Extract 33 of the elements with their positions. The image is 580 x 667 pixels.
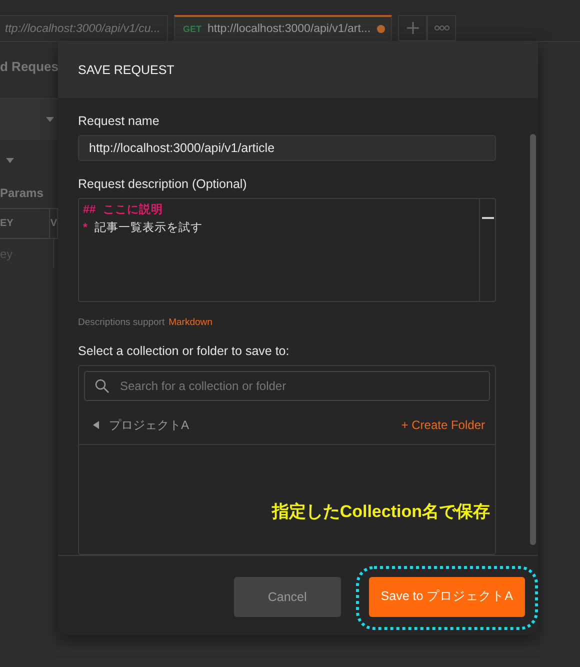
collection-name: プロジェクトA	[109, 416, 190, 434]
request-tab[interactable]: ttp://localhost:3000/api/v1/cu...	[0, 15, 168, 41]
more-button[interactable]	[427, 15, 456, 41]
annotation-text: 指定したCollection名で保存	[272, 501, 490, 523]
search-field[interactable]: Search for a collection or folder	[84, 371, 490, 401]
params-tab[interactable]: Params	[0, 180, 58, 208]
description-line: 記事一覧表示を試す	[94, 220, 202, 236]
column-header: EY	[0, 209, 50, 238]
plus-icon	[406, 21, 420, 35]
description-field[interactable]: ## ここに説明 * 記事一覧表示を試す	[78, 198, 496, 302]
field-label: Request description (Optional)	[78, 176, 248, 191]
collection-row[interactable]: プロジェクトA + Create Folder	[79, 406, 495, 445]
field-label: Select a collection or folder to save to:	[78, 344, 290, 358]
search-icon	[95, 379, 109, 393]
field-label: Request name	[78, 114, 160, 128]
markdown-marker: *	[83, 222, 88, 234]
dialog-title: SAVE REQUEST	[58, 42, 538, 98]
markdown-link[interactable]: Markdown	[168, 317, 212, 328]
support-note: Descriptions support	[78, 317, 165, 328]
markdown-marker: ##	[83, 204, 96, 216]
scroll-thumb[interactable]	[482, 216, 494, 219]
cancel-button[interactable]: Cancel	[234, 576, 341, 616]
caret-icon[interactable]	[6, 158, 14, 162]
request-title: d Reques	[0, 58, 58, 76]
caret-icon[interactable]	[46, 117, 54, 122]
request-tab[interactable]: GET http://localhost:3000/api/v1/art...	[174, 15, 392, 41]
request-name-field[interactable]: http://localhost:3000/api/v1/article	[78, 135, 496, 161]
scroll-thumb[interactable]	[530, 134, 536, 545]
save-button[interactable]: Save to プロジェクトA	[368, 576, 525, 616]
more-icon	[434, 25, 450, 31]
create-folder-link[interactable]: + Create Folder	[401, 418, 485, 432]
new-tab-button[interactable]	[398, 15, 427, 41]
description-line: ここに説明	[102, 202, 163, 218]
